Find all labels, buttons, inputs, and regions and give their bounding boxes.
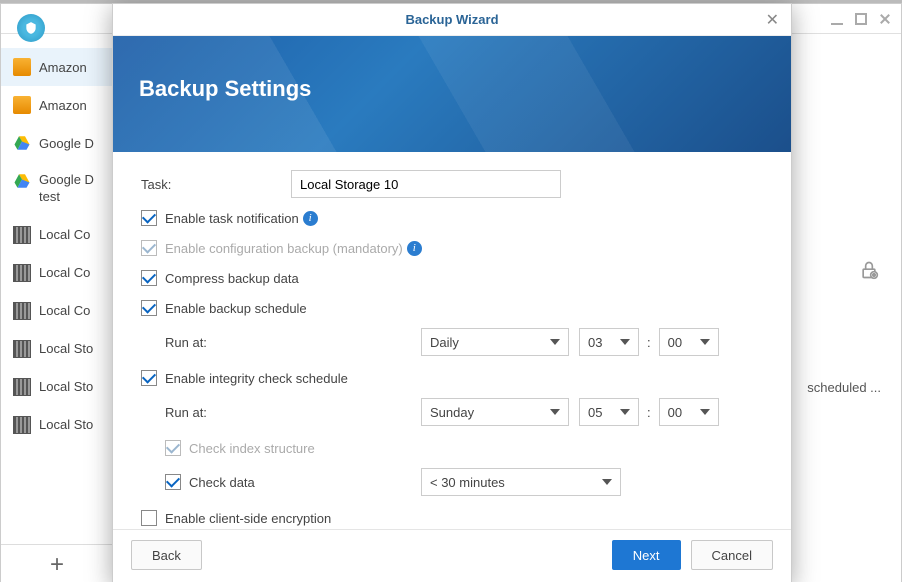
sidebar-item-label: Local Co bbox=[39, 265, 90, 280]
sidebar-item-label: Google Dtest bbox=[39, 172, 94, 206]
sidebar-item-google-1[interactable]: Google D bbox=[1, 124, 113, 162]
check-index-row: Check index structure bbox=[141, 438, 763, 458]
integrity-hour-select[interactable]: 05 bbox=[579, 398, 639, 426]
modal-titlebar: Backup Wizard ✕ bbox=[113, 4, 791, 36]
local-storage-icon bbox=[13, 302, 31, 320]
sidebar-item-label: Local Co bbox=[39, 227, 90, 242]
compress-backup-label: Compress backup data bbox=[165, 271, 299, 286]
check-index-label: Check index structure bbox=[189, 441, 315, 456]
integrity-frequency-select[interactable]: Sunday bbox=[421, 398, 569, 426]
check-data-checkbox[interactable] bbox=[165, 474, 181, 490]
aws-icon bbox=[13, 58, 31, 76]
enable-integrity-label: Enable integrity check schedule bbox=[165, 371, 348, 386]
enable-encryption-checkbox[interactable] bbox=[141, 510, 157, 526]
sidebar-item-label: Amazon bbox=[39, 60, 87, 75]
sidebar-item-amazon-1[interactable]: Amazon bbox=[1, 48, 113, 86]
check-data-label: Check data bbox=[189, 475, 255, 490]
gdrive-icon bbox=[13, 134, 31, 152]
enable-task-notification-label: Enable task notification bbox=[165, 211, 299, 226]
minimize-icon[interactable] bbox=[831, 13, 843, 25]
integrity-minute-select[interactable]: 00 bbox=[659, 398, 719, 426]
local-storage-icon bbox=[13, 416, 31, 434]
backup-schedule-runat-row: Run at: Daily 03 : 00 bbox=[141, 328, 763, 356]
scheduled-text: scheduled ... bbox=[807, 380, 881, 395]
time-colon: : bbox=[639, 405, 659, 420]
check-data-duration-select[interactable]: < 30 minutes bbox=[421, 468, 621, 496]
cancel-button[interactable]: Cancel bbox=[691, 540, 773, 570]
local-storage-icon bbox=[13, 264, 31, 282]
modal-title: Backup Wizard bbox=[405, 12, 498, 27]
runat-label: Run at: bbox=[141, 405, 421, 420]
runat-label: Run at: bbox=[141, 335, 421, 350]
check-index-checkbox bbox=[165, 440, 181, 456]
backup-hour-select[interactable]: 03 bbox=[579, 328, 639, 356]
sidebar-item-local-1[interactable]: Local Co bbox=[1, 216, 113, 254]
modal-body: Task: Enable task notification i Enable … bbox=[113, 152, 791, 542]
check-data-row: Check data < 30 minutes bbox=[141, 468, 763, 496]
modal-header: Backup Settings bbox=[113, 36, 791, 152]
task-name-input[interactable] bbox=[291, 170, 561, 198]
sidebar-item-label: Local Sto bbox=[39, 341, 93, 356]
enable-integrity-row: Enable integrity check schedule bbox=[141, 368, 763, 388]
sidebar-item-local-5[interactable]: Local Sto bbox=[1, 368, 113, 406]
enable-encryption-label: Enable client-side encryption bbox=[165, 511, 331, 526]
lock-icon[interactable] bbox=[859, 260, 879, 285]
sidebar-item-amazon-2[interactable]: Amazon bbox=[1, 86, 113, 124]
compress-backup-checkbox[interactable] bbox=[141, 270, 157, 286]
page-title: Backup Settings bbox=[113, 36, 791, 102]
desktop: Amazon Amazon Google D Google Dtest Loca… bbox=[0, 0, 902, 582]
sidebar-item-local-6[interactable]: Local Sto bbox=[1, 406, 113, 444]
sidebar-item-local-4[interactable]: Local Sto bbox=[1, 330, 113, 368]
app-logo-icon bbox=[17, 14, 45, 42]
sidebar-item-label: Local Sto bbox=[39, 379, 93, 394]
maximize-icon[interactable] bbox=[855, 13, 867, 25]
modal-footer: Back Next Cancel bbox=[113, 529, 791, 582]
task-sidebar: Amazon Amazon Google D Google Dtest Loca… bbox=[1, 48, 113, 544]
enable-backup-schedule-label: Enable backup schedule bbox=[165, 301, 307, 316]
modal-close-button[interactable]: ✕ bbox=[766, 10, 779, 30]
backup-minute-select[interactable]: 00 bbox=[659, 328, 719, 356]
info-icon[interactable]: i bbox=[303, 211, 318, 226]
close-icon[interactable] bbox=[879, 13, 891, 25]
enable-config-backup-label: Enable configuration backup (mandatory) bbox=[165, 241, 403, 256]
local-storage-icon bbox=[13, 378, 31, 396]
enable-config-backup-row: Enable configuration backup (mandatory) … bbox=[141, 238, 763, 258]
task-label: Task: bbox=[141, 177, 291, 192]
task-row: Task: bbox=[141, 170, 763, 198]
integrity-runat-row: Run at: Sunday 05 : 00 bbox=[141, 398, 763, 426]
next-button[interactable]: Next bbox=[612, 540, 681, 570]
enable-config-backup-checkbox bbox=[141, 240, 157, 256]
local-storage-icon bbox=[13, 226, 31, 244]
sidebar-item-google-2[interactable]: Google Dtest bbox=[1, 162, 113, 216]
enable-task-notification-row: Enable task notification i bbox=[141, 208, 763, 228]
info-icon[interactable]: i bbox=[407, 241, 422, 256]
enable-encryption-row: Enable client-side encryption bbox=[141, 508, 763, 528]
aws-icon bbox=[13, 96, 31, 114]
sidebar-item-label: Local Co bbox=[39, 303, 90, 318]
sidebar-item-label: Local Sto bbox=[39, 417, 93, 432]
sidebar-item-local-3[interactable]: Local Co bbox=[1, 292, 113, 330]
sidebar-item-label: Google D bbox=[39, 136, 94, 151]
compress-backup-row: Compress backup data bbox=[141, 268, 763, 288]
sidebar-item-label: Amazon bbox=[39, 98, 87, 113]
enable-integrity-checkbox[interactable] bbox=[141, 370, 157, 386]
backup-frequency-select[interactable]: Daily bbox=[421, 328, 569, 356]
add-task-button[interactable]: + bbox=[1, 544, 113, 582]
backup-wizard-modal: Backup Wizard ✕ Backup Settings Task: En… bbox=[112, 3, 792, 582]
time-colon: : bbox=[639, 335, 659, 350]
back-button[interactable]: Back bbox=[131, 540, 202, 570]
gdrive-icon bbox=[13, 172, 31, 190]
local-storage-icon bbox=[13, 340, 31, 358]
enable-task-notification-checkbox[interactable] bbox=[141, 210, 157, 226]
sidebar-item-local-2[interactable]: Local Co bbox=[1, 254, 113, 292]
enable-backup-schedule-checkbox[interactable] bbox=[141, 300, 157, 316]
enable-backup-schedule-row: Enable backup schedule bbox=[141, 298, 763, 318]
plus-icon: + bbox=[50, 551, 64, 579]
